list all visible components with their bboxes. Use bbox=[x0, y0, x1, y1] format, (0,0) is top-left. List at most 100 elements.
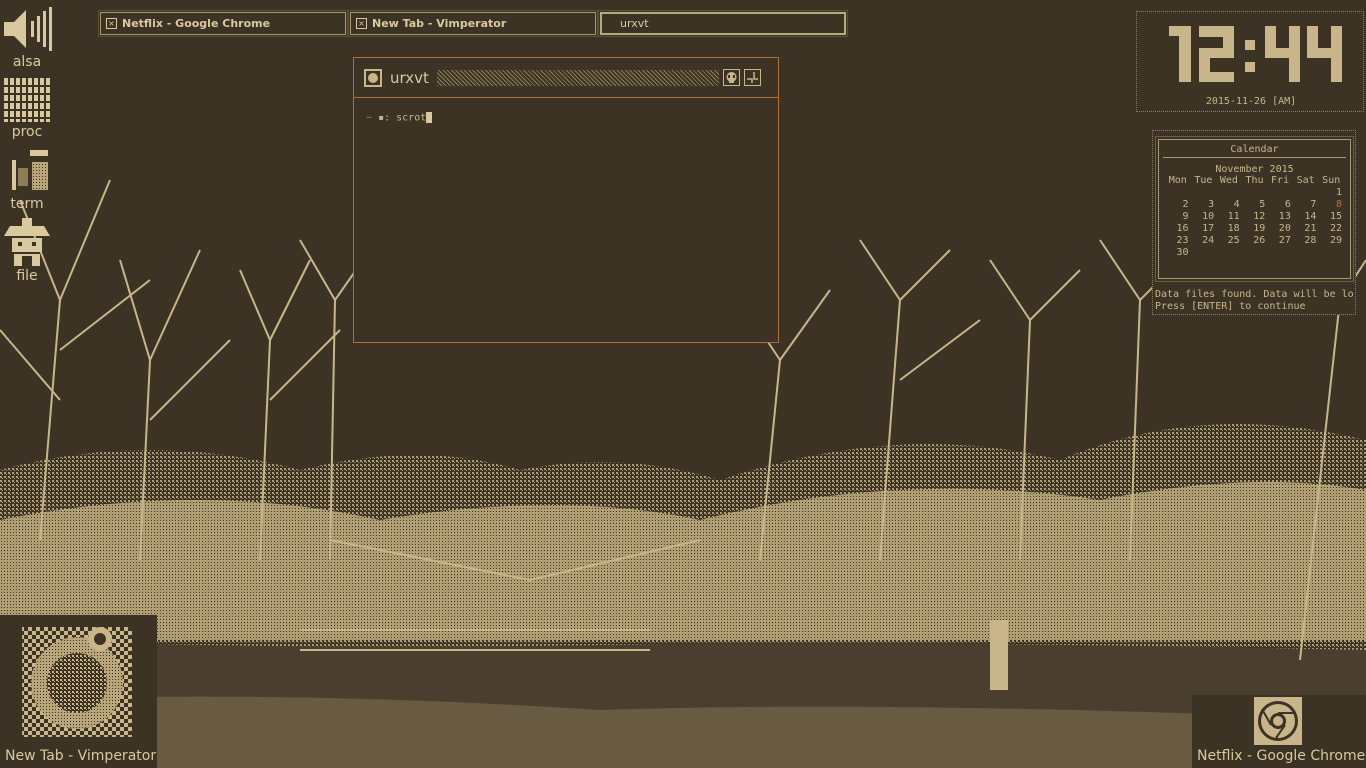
calendar-weekday: Thu bbox=[1245, 175, 1264, 186]
window-x-icon: × bbox=[106, 18, 117, 29]
task-label: Netflix - Google Chrome bbox=[122, 17, 271, 30]
dock-item-alsa[interactable]: alsa bbox=[0, 6, 54, 70]
calendar-weekday: Wed bbox=[1219, 175, 1238, 186]
chrome-icon bbox=[1254, 697, 1302, 745]
prompt-symbol: ▪: bbox=[378, 112, 391, 124]
calendar-day bbox=[1293, 247, 1319, 259]
process-grid-icon bbox=[2, 76, 52, 124]
left-dock: alsa proc term file bbox=[0, 0, 54, 290]
calendar-widget: Calendar November 2015 Mon Tue Wed Thu Fri Sa… bbox=[1152, 130, 1356, 315]
close-icon[interactable] bbox=[364, 68, 382, 87]
calendar-day[interactable]: 5 bbox=[1242, 199, 1268, 211]
task-label: urxvt bbox=[620, 17, 649, 30]
calendar-day[interactable]: 13 bbox=[1267, 211, 1293, 223]
clock-digits bbox=[1169, 26, 1342, 82]
calendar-message: Data files found. Data will be lo Press … bbox=[1155, 289, 1355, 313]
speaker-icon bbox=[4, 7, 52, 51]
calendar-day bbox=[1191, 187, 1217, 199]
calendar-day bbox=[1191, 247, 1217, 259]
skull-icon[interactable] bbox=[722, 69, 740, 86]
calendar-day[interactable]: 1 bbox=[1318, 187, 1344, 199]
terminal-titlebar[interactable]: urxvt bbox=[354, 58, 778, 98]
calendar-day[interactable]: 16 bbox=[1165, 223, 1191, 235]
calendar-day bbox=[1165, 187, 1191, 199]
calendar-day bbox=[1267, 247, 1293, 259]
prompt-path: ~ bbox=[366, 112, 373, 124]
dock-item-term[interactable]: term bbox=[0, 148, 54, 212]
calendar-day bbox=[1242, 247, 1268, 259]
taskbar: × Netflix - Google Chrome × New Tab - Vi… bbox=[98, 10, 848, 37]
calendar-title: Calendar bbox=[1163, 140, 1346, 158]
dock-item-proc[interactable]: proc bbox=[0, 76, 54, 140]
dock-label: term bbox=[10, 196, 44, 212]
calendar-day[interactable]: 17 bbox=[1191, 223, 1217, 235]
calendar-weekday: Sun bbox=[1322, 175, 1341, 186]
maximize-icon[interactable] bbox=[743, 69, 761, 86]
calendar-frame: Calendar November 2015 Mon Tue Wed Thu Fri Sa… bbox=[1155, 136, 1354, 282]
task-netflix-chrome[interactable]: × Netflix - Google Chrome bbox=[98, 10, 348, 37]
command-text: scrot bbox=[396, 112, 427, 124]
vimperator-icon bbox=[22, 627, 132, 737]
calendar-day[interactable]: 30 bbox=[1165, 247, 1191, 259]
calendar-day bbox=[1216, 247, 1242, 259]
calendar-day[interactable]: 20 bbox=[1267, 223, 1293, 235]
calendar-day[interactable]: 14 bbox=[1293, 211, 1319, 223]
calendar-day[interactable]: 25 bbox=[1216, 235, 1242, 247]
terminal-window[interactable]: urxvt ~ ▪: scrot bbox=[353, 57, 779, 343]
calendar-day[interactable]: 15 bbox=[1318, 211, 1344, 223]
window-thumbnail-vimperator[interactable]: New Tab - Vimperator bbox=[0, 615, 157, 768]
calendar-day[interactable]: 6 bbox=[1267, 199, 1293, 211]
calendar-day[interactable]: 8 bbox=[1318, 199, 1344, 211]
dock-item-file[interactable]: file bbox=[0, 218, 54, 284]
calendar-weekday: Fri bbox=[1271, 175, 1290, 186]
calendar-day bbox=[1267, 187, 1293, 199]
task-label: New Tab - Vimperator bbox=[372, 17, 507, 30]
dock-label: alsa bbox=[12, 54, 42, 70]
calendar-day[interactable]: 28 bbox=[1293, 235, 1319, 247]
clock-widget: 2015-11-26 [AM] bbox=[1136, 11, 1364, 112]
calendar-day bbox=[1318, 247, 1344, 259]
desktop: × Netflix - Google Chrome × New Tab - Vi… bbox=[0, 0, 1366, 768]
calendar-day[interactable]: 21 bbox=[1293, 223, 1319, 235]
task-urxvt[interactable]: urxvt bbox=[598, 10, 848, 37]
calendar-day[interactable]: 10 bbox=[1191, 211, 1217, 223]
window-thumbnail-chrome[interactable]: Netflix - Google Chrome bbox=[1192, 695, 1366, 768]
calendar-day bbox=[1216, 187, 1242, 199]
window-thumbnail-label: Netflix - Google Chrome bbox=[1197, 748, 1366, 764]
calendar-day[interactable]: 26 bbox=[1242, 235, 1268, 247]
terminal-title: urxvt bbox=[390, 68, 429, 87]
calendar-day[interactable]: 19 bbox=[1242, 223, 1268, 235]
calendar-weekday: Sat bbox=[1296, 175, 1315, 186]
calendar-weekday: Mon bbox=[1168, 175, 1187, 186]
calendar-day[interactable]: 12 bbox=[1242, 211, 1268, 223]
calendar-day bbox=[1242, 187, 1268, 199]
file-manager-icon bbox=[4, 218, 50, 266]
window-x-icon: × bbox=[356, 18, 367, 29]
task-vimperator[interactable]: × New Tab - Vimperator bbox=[348, 10, 598, 37]
calendar-day[interactable]: 7 bbox=[1293, 199, 1319, 211]
terminal-icon bbox=[10, 150, 50, 192]
calendar-day[interactable]: 2 bbox=[1165, 199, 1191, 211]
calendar-day[interactable]: 24 bbox=[1191, 235, 1217, 247]
calendar-day[interactable]: 3 bbox=[1191, 199, 1217, 211]
calendar-day[interactable]: 4 bbox=[1216, 199, 1242, 211]
dock-label: file bbox=[16, 268, 38, 284]
dock-label: proc bbox=[11, 124, 43, 140]
calendar-day[interactable]: 23 bbox=[1165, 235, 1191, 247]
window-thumbnail-label: New Tab - Vimperator bbox=[5, 748, 157, 764]
calendar-day[interactable]: 29 bbox=[1318, 235, 1344, 247]
calendar-day[interactable]: 9 bbox=[1165, 211, 1191, 223]
calendar-day bbox=[1293, 187, 1319, 199]
calendar-day[interactable]: 22 bbox=[1318, 223, 1344, 235]
calendar-day[interactable]: 27 bbox=[1267, 235, 1293, 247]
calendar-day[interactable]: 18 bbox=[1216, 223, 1242, 235]
message-line: Data files found. Data will be lo bbox=[1155, 289, 1354, 300]
clock-date: 2015-11-26 [AM] bbox=[1205, 96, 1297, 107]
calendar-day[interactable]: 11 bbox=[1216, 211, 1242, 223]
titlebar-drag-area[interactable] bbox=[436, 69, 719, 86]
calendar-weekday: Tue bbox=[1194, 175, 1213, 186]
calendar-month: November 2015 bbox=[1215, 164, 1294, 175]
terminal-content[interactable]: ~ ▪: scrot bbox=[354, 98, 778, 138]
calendar-grid: Mon Tue Wed Thu Fri Sat Sun 1 2 3 4 5 6 7 8 9 10 11 12 13 1… bbox=[1165, 175, 1344, 259]
message-line: Press [ENTER] to continue bbox=[1155, 301, 1306, 312]
